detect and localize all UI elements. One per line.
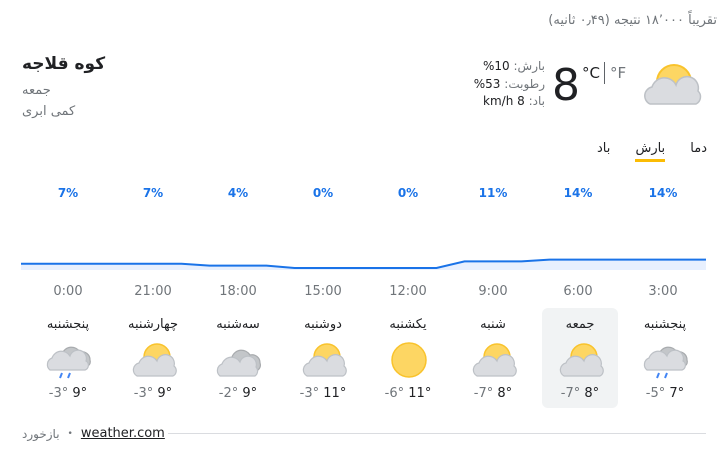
humidity-label: رطوبت: [504, 76, 545, 91]
forecast-low: -2° [218, 386, 239, 401]
forecast-high: 9° [157, 386, 173, 401]
fahrenheit-toggle[interactable]: °F [610, 64, 626, 82]
time-label: 6:00 [563, 284, 593, 299]
precip-value-label: 0% [397, 186, 419, 200]
cloudy-icon [216, 349, 262, 377]
forecast-high: 8° [584, 386, 600, 401]
location-day: جمعه [22, 83, 51, 98]
forecast-high: 8° [497, 386, 513, 401]
forecast-low: -7° [473, 386, 494, 401]
footer: بازخورد • weather.com [22, 426, 165, 441]
forecast-temps: -5° 7° [627, 386, 703, 401]
wind-label: باد: [528, 94, 545, 108]
partly-cloudy-icon [559, 343, 604, 377]
forecast-low: -7° [560, 386, 581, 401]
forecast-temps: -2° 9° [200, 386, 276, 401]
chart-tabs: دما بارش باد [577, 137, 707, 162]
time-label: 0:00 [53, 284, 83, 299]
precip-value-label: 7% [57, 186, 79, 200]
cloud-rain-icon [643, 346, 688, 379]
forecast-day-name: سه‌شنبه [216, 317, 260, 332]
forecast-day[interactable]: پنجشنبه -3° 9° [30, 308, 106, 408]
unit-divider [604, 62, 605, 84]
precip-value-label: 11% [478, 186, 508, 200]
forecast-high: 9° [72, 386, 88, 401]
forecast-day[interactable]: یکشنبه -6° 11° [370, 308, 446, 408]
forecast-high: 7° [669, 386, 685, 401]
footer-divider [168, 433, 706, 434]
forecast-day-name: دوشنبه [304, 317, 342, 332]
footer-separator: • [67, 428, 73, 439]
forecast-day-name: چهارشنبه [128, 317, 178, 332]
partly-cloudy-icon [472, 343, 517, 377]
forecast-low: -3° [48, 386, 69, 401]
precip-value-label: 14% [563, 186, 593, 200]
forecast-day-name: یکشنبه [389, 317, 427, 332]
precip-value-label: 7% [142, 186, 164, 200]
time-label: 9:00 [478, 284, 508, 299]
forecast-day[interactable]: دوشنبه -3° 11° [285, 308, 361, 408]
forecast-low: -5° [645, 386, 666, 401]
partly-cloudy-icon [132, 343, 177, 377]
result-stats: تقریباً ۱۸٬۰۰۰ نتیجه (۰٫۴۹ ثانیه) [548, 13, 717, 28]
partly-cloudy-icon [302, 343, 347, 377]
weather-details: بارش: 10% رطوبت: 53% باد: 8 km/h [440, 58, 545, 111]
time-label: 3:00 [648, 284, 678, 299]
wind-value: 8 km/h [483, 94, 525, 108]
wind-row: باد: 8 km/h [440, 93, 545, 111]
humidity-value: 53% [473, 76, 501, 91]
forecast-day-name: شنبه [480, 317, 506, 332]
forecast-temps: -7° 8° [542, 386, 618, 401]
location-name: کوه قلاجه [22, 54, 106, 74]
forecast-high: 11° [323, 386, 347, 401]
forecast-temps: -3° 9° [115, 386, 191, 401]
forecast-day-name: پنجشنبه [643, 317, 687, 332]
precip-value-label: 4% [227, 186, 249, 200]
forecast-temps: -3° 11° [285, 386, 361, 401]
forecast-low: -3° [299, 386, 320, 401]
time-label: 12:00 [389, 284, 427, 299]
tab-precipitation[interactable]: بارش [635, 141, 666, 162]
precip-row: بارش: 10% [440, 58, 545, 76]
feedback-link[interactable]: بازخورد [22, 427, 60, 441]
forecast-day[interactable]: پنجشنبه -5° 7° [627, 308, 703, 408]
tab-wind[interactable]: باد [597, 141, 610, 162]
location-condition: کمی ابری [22, 104, 76, 119]
forecast-high: 11° [408, 386, 432, 401]
forecast-low: -3° [133, 386, 154, 401]
forecast-temps: -3° 9° [30, 386, 106, 401]
humidity-row: رطوبت: 53% [440, 76, 545, 94]
tab-temperature[interactable]: دما [690, 141, 707, 162]
precip-value-label: 0% [312, 186, 334, 200]
celsius-toggle[interactable]: °C [582, 64, 600, 82]
cloud-rain-icon [46, 346, 91, 379]
precip-label: بارش: [513, 59, 545, 73]
forecast-day-name: پنجشنبه [46, 317, 90, 332]
time-label: 21:00 [134, 284, 172, 299]
sun-icon [391, 342, 427, 378]
forecast-day-name: جمعه [565, 317, 595, 332]
forecast-day[interactable]: چهارشنبه -3° 9° [115, 308, 191, 408]
forecast-low: -6° [384, 386, 405, 401]
forecast-day[interactable]: سه‌شنبه -2° 9° [200, 308, 276, 408]
forecast-temps: -6° 11° [370, 386, 446, 401]
current-temperature: 8 [552, 60, 580, 111]
forecast-day[interactable]: جمعه -7° 8° [542, 308, 618, 408]
precip-value-label: 14% [648, 186, 678, 200]
forecast-day[interactable]: شنبه -7° 8° [455, 308, 531, 408]
forecast-high: 9° [242, 386, 258, 401]
source-link[interactable]: weather.com [81, 426, 165, 441]
precip-value: 10% [483, 59, 510, 73]
partly-cloudy-icon [644, 64, 702, 105]
time-label: 18:00 [219, 284, 257, 299]
forecast-temps: -7° 8° [455, 386, 531, 401]
time-label: 15:00 [304, 284, 342, 299]
precip-chart [21, 258, 706, 270]
